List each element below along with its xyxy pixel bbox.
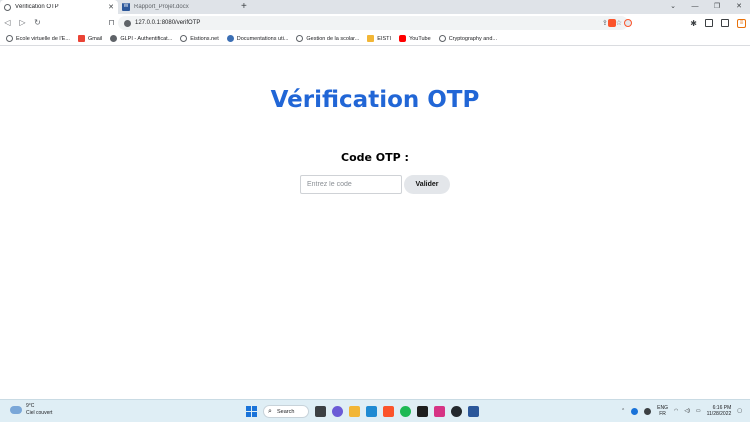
- wallet-icon[interactable]: [721, 19, 729, 27]
- tab-verification-otp[interactable]: Vérification OTP ✕: [0, 0, 118, 14]
- tray-app-icon[interactable]: [644, 407, 652, 415]
- clock[interactable]: 6:16 PM 11/28/2022: [707, 405, 732, 417]
- battery-icon[interactable]: ▭: [696, 408, 701, 414]
- vscode-icon[interactable]: [366, 405, 377, 417]
- globe-icon: [296, 35, 304, 42]
- bookmark-glpi[interactable]: GLPI - Authentificat...: [110, 35, 172, 42]
- folder-icon: [367, 35, 375, 42]
- globe-icon: [438, 35, 446, 42]
- tab-title: Rapport_Projet.docx: [134, 4, 189, 10]
- clock-date: 11/28/2022: [706, 411, 732, 417]
- close-tab-icon[interactable]: ✕: [108, 3, 114, 11]
- weather-condition: Ciel couvert: [26, 410, 53, 416]
- back-icon[interactable]: ◁: [0, 14, 15, 32]
- taskbar-apps: Search: [246, 403, 479, 419]
- menu-icon[interactable]: ≡: [737, 18, 746, 28]
- window-controls: ⌄ — ❐ ✕: [662, 0, 750, 14]
- bookmarks-bar: Ecole virtuelle de l'E... Gmail GLPI - A…: [0, 32, 750, 46]
- language-indicator[interactable]: ENG FR: [657, 405, 668, 417]
- bookmark-icon[interactable]: ⊓: [104, 14, 119, 32]
- forward-icon[interactable]: ▷: [15, 14, 30, 32]
- bookmark-ecole-virtuelle[interactable]: Ecole virtuelle de l'E...: [6, 35, 70, 42]
- minimize-button[interactable]: —: [684, 0, 706, 14]
- brave-browser-icon[interactable]: [383, 405, 394, 417]
- globe-icon: [180, 35, 188, 42]
- reload-icon[interactable]: ↻: [30, 14, 45, 32]
- brave-rewards-icon[interactable]: [624, 19, 633, 27]
- otp-code-input[interactable]: [300, 175, 402, 194]
- chevron-up-icon[interactable]: ⌃: [621, 408, 625, 414]
- windows-taskbar: 9°C Ciel couvert Search ⌃ ENG FR ◠ ◁) ▭ …: [0, 399, 750, 422]
- maximize-button[interactable]: ❐: [706, 0, 728, 14]
- cloud-icon: [10, 406, 22, 414]
- file-explorer-icon[interactable]: [349, 405, 360, 417]
- page-title: Vérification OTP: [270, 87, 480, 113]
- bookmark-gmail[interactable]: Gmail: [77, 35, 102, 42]
- task-view-icon[interactable]: [315, 405, 326, 417]
- bookmark-youtube[interactable]: YouTube: [399, 35, 431, 42]
- windows-start-icon[interactable]: [246, 405, 257, 417]
- address-bar[interactable]: 127.0.0.1:8080/verifOTP ⇪ ☆: [118, 16, 628, 30]
- new-tab-button[interactable]: +: [241, 0, 247, 14]
- site-info-icon[interactable]: [124, 19, 131, 27]
- bookmark-documentations[interactable]: Documentations uti...: [226, 35, 288, 42]
- page-content: Vérification OTP Code OTP : Valider: [0, 47, 750, 399]
- spotify-icon[interactable]: [400, 405, 411, 417]
- teams-icon[interactable]: [434, 405, 445, 417]
- word-app-icon[interactable]: [468, 405, 479, 417]
- globe-icon: [6, 35, 13, 42]
- validate-button[interactable]: Valider: [404, 175, 450, 194]
- volume-icon[interactable]: ◁): [684, 408, 690, 414]
- cloud-sync-icon[interactable]: [631, 407, 639, 415]
- doc-icon: [226, 35, 234, 42]
- wifi-icon[interactable]: ◠: [674, 408, 678, 414]
- close-window-button[interactable]: ✕: [728, 0, 750, 14]
- system-tray: ⌃ ENG FR ◠ ◁) ▭ 6:16 PM 11/28/2022 ▢: [621, 403, 742, 419]
- chevron-down-icon[interactable]: ⌄: [662, 0, 684, 14]
- weather-temperature: 9°C: [26, 403, 35, 409]
- share-icon[interactable]: ⇪: [602, 19, 608, 27]
- sidebar-icon[interactable]: [705, 19, 713, 27]
- extensions-icon[interactable]: ✱: [690, 19, 697, 28]
- tab-title: Vérification OTP: [15, 4, 59, 10]
- bookmark-cryptography[interactable]: Cryptography and...: [438, 35, 497, 42]
- gmail-icon: [77, 35, 85, 42]
- g-icon: [110, 35, 118, 42]
- youtube-icon: [399, 35, 407, 42]
- taskbar-search[interactable]: Search: [263, 404, 309, 418]
- code-otp-label: Code OTP :: [341, 151, 409, 164]
- word-icon: W: [122, 3, 130, 11]
- url-text: 127.0.0.1:8080/verifOTP: [135, 20, 201, 26]
- tab-rapport-projet[interactable]: W Rapport_Projet.docx: [118, 0, 238, 14]
- bookmark-eistions[interactable]: Eistions.net: [180, 35, 219, 42]
- tab-strip: Vérification OTP ✕ W Rapport_Projet.docx…: [0, 0, 750, 14]
- pycharm-icon[interactable]: [417, 405, 428, 417]
- chat-icon[interactable]: [332, 405, 343, 417]
- toolbar-extensions: ✱ ≡: [608, 14, 746, 32]
- notification-icon[interactable]: ▢: [737, 408, 742, 414]
- browser-toolbar: ◁ ▷ ↻ ⊓ 127.0.0.1:8080/verifOTP ⇪ ☆ ✱ ≡: [0, 14, 750, 32]
- weather-widget[interactable]: 9°C Ciel couvert: [10, 403, 52, 417]
- bookmark-eisti[interactable]: EISTI: [367, 35, 391, 42]
- bookmark-gestion-scolarite[interactable]: Gestion de la scolar...: [296, 35, 359, 42]
- brave-shield-icon[interactable]: [608, 19, 617, 27]
- globe-icon: [4, 3, 11, 11]
- github-icon[interactable]: [451, 405, 462, 417]
